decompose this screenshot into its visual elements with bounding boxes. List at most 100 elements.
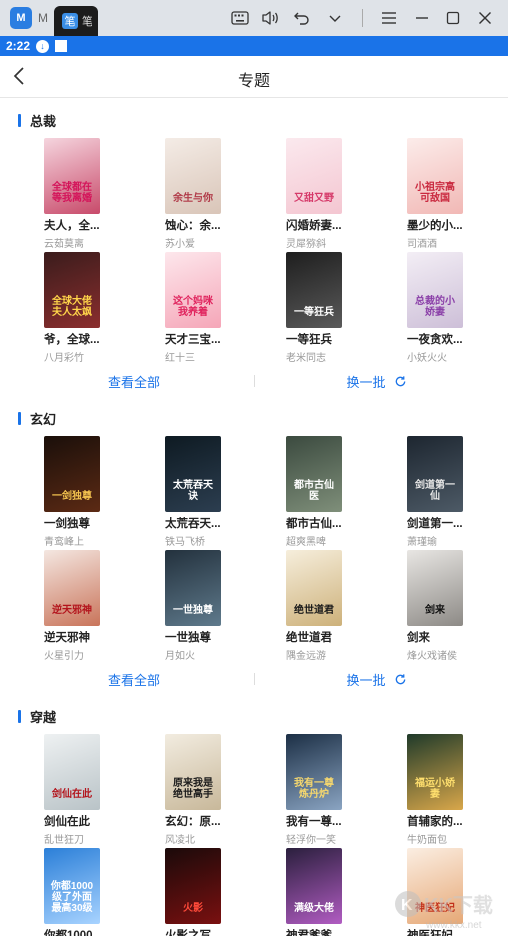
maximize-icon[interactable] (441, 6, 465, 30)
book-cover[interactable]: 福运小娇妻 (407, 734, 463, 810)
close-icon[interactable] (473, 6, 497, 30)
status-time: 2:22 (6, 39, 31, 53)
book-card[interactable]: 太荒吞天诀 太荒吞天... 铁马飞桥 (165, 436, 286, 550)
book-card[interactable]: 剑仙在此 剑仙在此 乱世狂刀 (44, 734, 165, 848)
section-actions: 查看全部 换一批 (0, 366, 508, 396)
book-title[interactable]: 一世独尊 (165, 629, 235, 645)
book-cover[interactable]: 都市古仙医 (286, 436, 342, 512)
book-title[interactable]: 我有一尊... (286, 813, 356, 829)
tab-active[interactable]: 笔 笔 (54, 6, 98, 36)
book-card[interactable]: 全球大佬夫人太飒 爷，全球... 八月彩竹 (44, 252, 165, 366)
book-title[interactable]: 太荒吞天... (165, 515, 235, 531)
book-card[interactable]: 这个妈咪我养着 天才三宝... 红十三 (165, 252, 286, 366)
book-title[interactable]: 首辅家的... (407, 813, 477, 829)
book-title[interactable]: 你都1000... (44, 927, 114, 936)
book-cover[interactable]: 原来我是绝世高手 (165, 734, 221, 810)
book-author: 老米同志 (286, 353, 326, 364)
section-header: 总裁 (0, 108, 508, 132)
book-author: 隅金远游 (286, 651, 326, 662)
book-title[interactable]: 剑来 (407, 629, 477, 645)
book-title[interactable]: 都市古仙... (286, 515, 356, 531)
notification-icon (55, 40, 68, 52)
book-author: 烽火戏诸侯 (407, 651, 457, 662)
book-cover-title: 太荒吞天诀 (173, 480, 213, 502)
book-title[interactable]: 神君爹爹... (286, 927, 356, 936)
book-title[interactable]: 绝世道君 (286, 629, 356, 645)
book-card[interactable]: 余生与你 蚀心：余... 苏小爱 (165, 138, 286, 252)
book-cover[interactable]: 你都1000级了外面最高30级 (44, 848, 100, 924)
book-title[interactable]: 一剑独尊 (44, 515, 114, 531)
book-cover[interactable]: 火影 (165, 848, 221, 924)
book-card[interactable]: 一世独尊 一世独尊 月如火 (165, 550, 286, 664)
book-author: 火星引力 (44, 651, 84, 662)
refresh-batch-button[interactable]: 换一批 (255, 372, 508, 391)
book-title[interactable]: 火影之写... (165, 927, 235, 936)
book-grid: 全球都在等我离婚 夫人，全... 云茹莫离 余生与你 蚀心：余... 苏小爱 又甜又野 闪婚娇… (0, 138, 508, 366)
book-card[interactable]: 一剑独尊 一剑独尊 青鸾峰上 (44, 436, 165, 550)
book-card[interactable]: 福运小娇妻 首辅家的... 牛奶面包 (407, 734, 508, 848)
book-title[interactable]: 一夜贪欢... (407, 331, 477, 347)
section-accent-bar (18, 709, 21, 723)
book-title[interactable]: 天才三宝... (165, 331, 235, 347)
book-card[interactable]: 剑道第一仙 剑道第一... 萧瑾瑜 (407, 436, 508, 550)
book-cover[interactable]: 剑来 (407, 550, 463, 626)
book-cover[interactable]: 余生与你 (165, 138, 221, 214)
view-all-button[interactable]: 查看全部 (0, 372, 254, 391)
book-cover[interactable]: 一等狂兵 (286, 252, 342, 328)
book-card[interactable]: 逆天邪神 逆天邪神 火星引力 (44, 550, 165, 664)
book-card[interactable]: 满级大佬神君爹爹... (286, 848, 407, 936)
undo-icon[interactable] (290, 6, 314, 30)
book-cover[interactable]: 总裁的小娇妻 (407, 252, 463, 328)
minimize-icon[interactable] (410, 6, 434, 30)
book-cover[interactable]: 小祖宗高可敌国 (407, 138, 463, 214)
app-logo-icon[interactable]: M (10, 7, 32, 29)
book-card[interactable]: 原来我是绝世高手 玄幻：原... 风凌北 (165, 734, 286, 848)
book-title[interactable]: 剑道第一... (407, 515, 477, 531)
book-title[interactable]: 墨少的小... (407, 217, 477, 233)
book-card[interactable]: 全球都在等我离婚 夫人，全... 云茹莫离 (44, 138, 165, 252)
book-card[interactable]: 剑来 剑来 烽火戏诸侯 (407, 550, 508, 664)
topic-list[interactable]: 总裁 全球都在等我离婚 夫人，全... 云茹莫离 余生与你 蚀心：余... 苏小爱 又甜又野闪… (0, 98, 508, 936)
book-title[interactable]: 逆天邪神 (44, 629, 114, 645)
book-cover[interactable]: 满级大佬 (286, 848, 342, 924)
book-card[interactable]: 总裁的小娇妻 一夜贪欢... 小妖火火 (407, 252, 508, 366)
book-cover[interactable]: 一世独尊 (165, 550, 221, 626)
tab-inactive[interactable]: M (38, 11, 50, 25)
book-title[interactable]: 蚀心：余... (165, 217, 235, 233)
book-cover[interactable]: 我有一尊炼丹炉 (286, 734, 342, 810)
book-title[interactable]: 闪婚娇妻... (286, 217, 356, 233)
book-card[interactable]: 都市古仙医 都市古仙... 超爽黑啤 (286, 436, 407, 550)
book-cover-title: 逆天邪神 (52, 605, 92, 616)
menu-icon[interactable] (377, 6, 401, 30)
book-cover-title: 全球大佬夫人太飒 (52, 296, 92, 318)
book-cover[interactable]: 一剑独尊 (44, 436, 100, 512)
view-all-button[interactable]: 查看全部 (0, 670, 254, 689)
book-title[interactable]: 夫人，全... (44, 217, 114, 233)
book-cover[interactable]: 剑仙在此 (44, 734, 100, 810)
book-card[interactable]: 我有一尊炼丹炉 我有一尊... 轻浮你一笑 (286, 734, 407, 848)
book-title[interactable]: 爷，全球... (44, 331, 114, 347)
book-cover[interactable]: 太荒吞天诀 (165, 436, 221, 512)
book-title[interactable]: 剑仙在此 (44, 813, 114, 829)
book-card[interactable]: 一等狂兵 一等狂兵 老米同志 (286, 252, 407, 366)
book-card[interactable]: 小祖宗高可敌国 墨少的小... 司酒酒 (407, 138, 508, 252)
book-cover-title: 都市古仙医 (294, 480, 334, 502)
book-title[interactable]: 一等狂兵 (286, 331, 356, 347)
book-cover[interactable]: 剑道第一仙 (407, 436, 463, 512)
book-card[interactable]: 又甜又野 闪婚娇妻... 灵犀猕斜 (286, 138, 407, 252)
refresh-batch-button[interactable]: 换一批 (255, 670, 508, 689)
book-cover[interactable]: 全球大佬夫人太飒 (44, 252, 100, 328)
chevron-down-icon[interactable] (323, 6, 347, 30)
keyboard-icon[interactable] (228, 6, 252, 30)
book-cover[interactable]: 全球都在等我离婚 (44, 138, 100, 214)
book-cover[interactable]: 又甜又野 (286, 138, 342, 214)
book-cover[interactable]: 绝世道君 (286, 550, 342, 626)
section-title: 总裁 (30, 113, 57, 129)
book-card[interactable]: 绝世道君 绝世道君 隅金远游 (286, 550, 407, 664)
book-title[interactable]: 玄幻：原... (165, 813, 235, 829)
book-card[interactable]: 你都1000级了外面最高30级你都1000... (44, 848, 165, 936)
volume-icon[interactable] (258, 6, 282, 30)
book-card[interactable]: 火影火影之写... (165, 848, 286, 936)
book-cover[interactable]: 这个妈咪我养着 (165, 252, 221, 328)
book-cover[interactable]: 逆天邪神 (44, 550, 100, 626)
